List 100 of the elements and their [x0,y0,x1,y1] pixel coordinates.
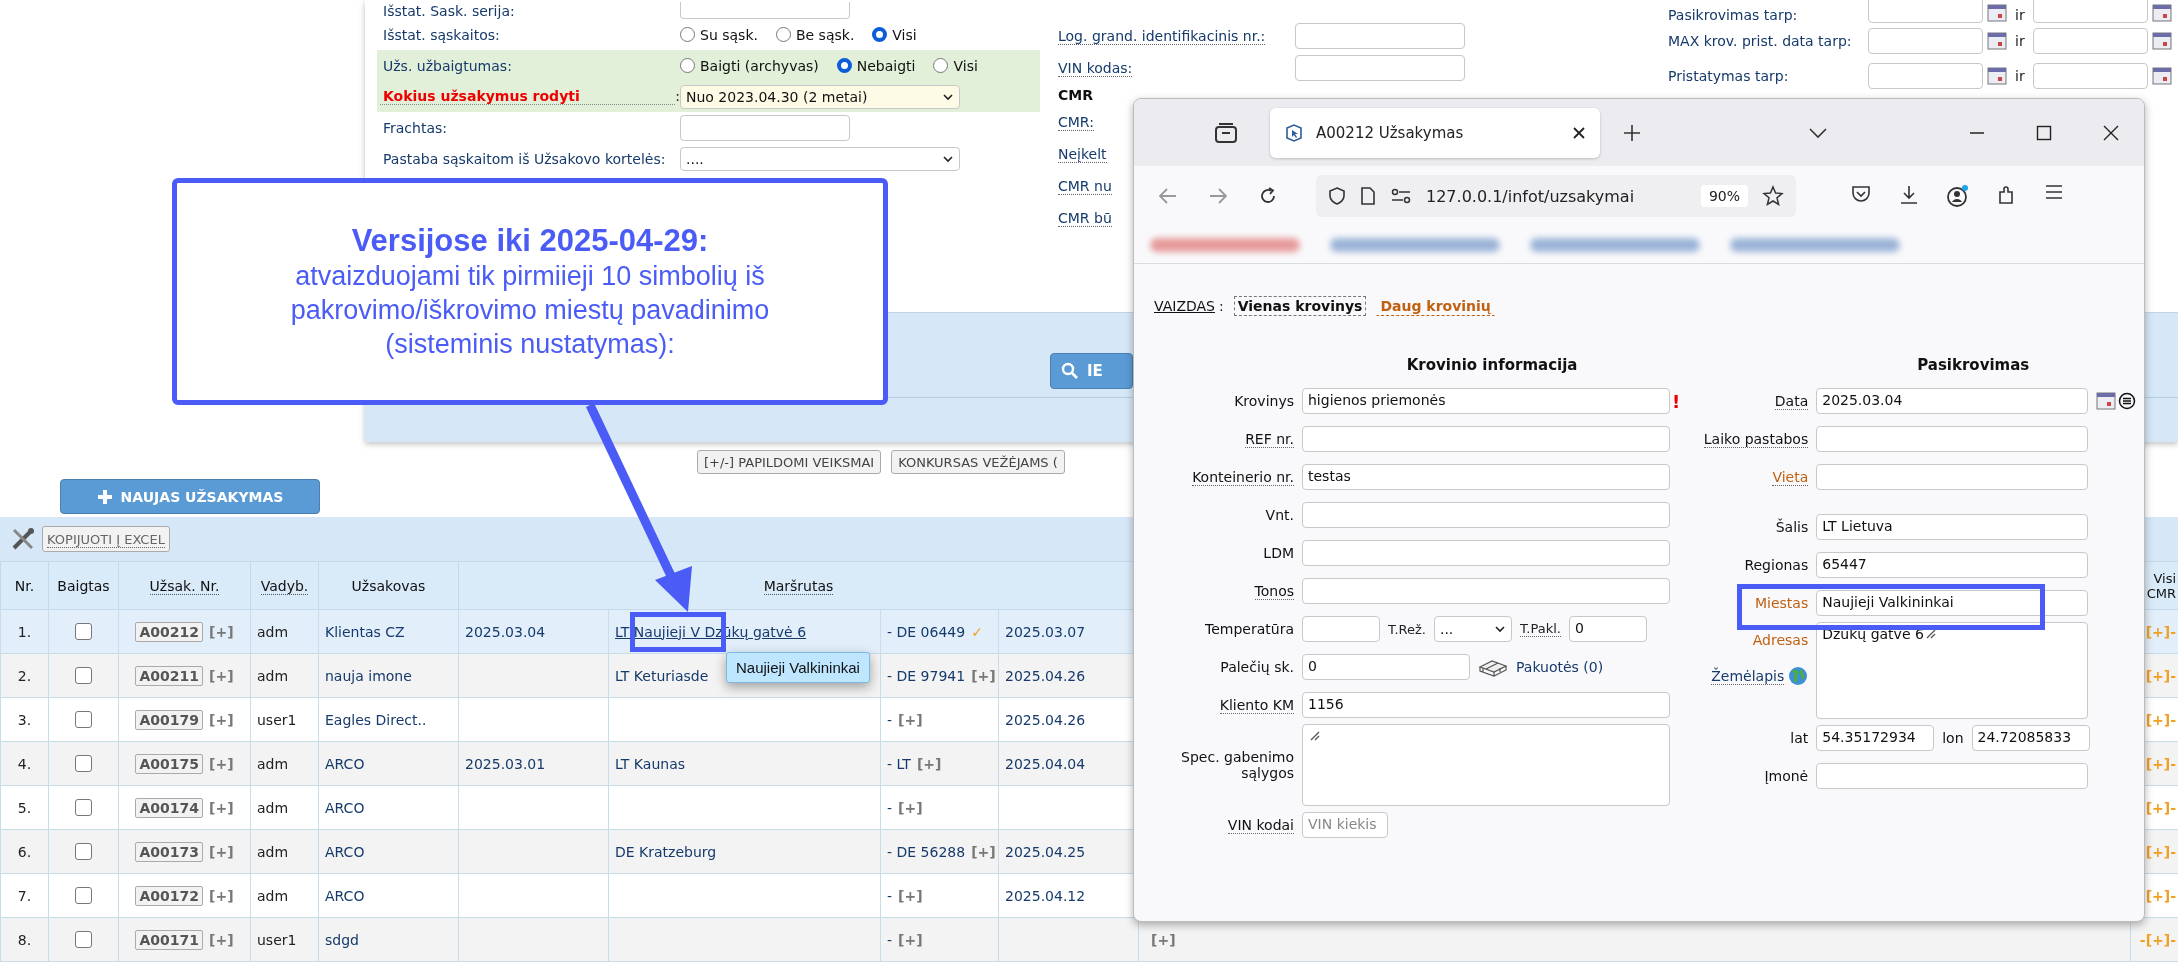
checkbox[interactable] [75,931,92,949]
add-link[interactable]: [+] [916,755,942,772]
calendar-icon[interactable] [1987,3,2007,23]
checkbox[interactable] [75,711,92,729]
new-tab-icon[interactable] [1622,122,1642,143]
forward-icon[interactable] [1208,187,1228,205]
order-id-button[interactable]: A00175 [135,753,203,774]
radio-button[interactable] [775,27,791,42]
select-field[interactable]: .... [680,146,960,171]
menu-icon[interactable] [2044,184,2064,200]
tab-overview-icon[interactable] [1214,121,1238,144]
add-link[interactable]: [+] [1151,931,1176,948]
calendar-icon[interactable] [2096,391,2117,411]
text-field[interactable]: LT Lietuva [1816,514,2089,540]
url-text[interactable]: 127.0.0.1/infot/uzsakymai [1426,186,1687,206]
text-field[interactable] [1302,540,1670,566]
select-field[interactable]: Nuo 2023.04.30 (2 metai) [680,84,960,109]
date-field[interactable]: 2025.03.04 [1816,388,2089,414]
add-link[interactable]: [+] [898,931,923,948]
action-button[interactable]: KONKURSAS VEŽĖJAMS ( [891,450,1065,474]
export-button[interactable]: KOPIJUOTI Į EXCEL [42,526,170,552]
radio-label[interactable]: Visi [892,26,917,43]
order-id-button[interactable]: A00172 [135,885,203,906]
text-field[interactable] [680,2,850,19]
download-icon[interactable] [1898,184,1920,206]
column-header[interactable]: Maršrutas [763,577,834,595]
text-field[interactable] [680,114,850,141]
maximize-icon[interactable] [2036,124,2052,141]
add-link[interactable]: [+] [209,887,234,904]
calendar-icon[interactable] [2151,65,2172,86]
text-field[interactable]: 1156 [1302,692,1670,718]
star-icon[interactable] [1762,185,1784,207]
radio-button[interactable] [680,58,695,73]
address-bar[interactable]: 127.0.0.1/infot/uzsakymai 90% [1316,175,1796,217]
order-id-button[interactable]: A00212 [135,621,203,642]
checkbox[interactable] [75,755,92,773]
calendar-icon[interactable] [1987,65,2007,86]
add-link[interactable]: [+] [209,755,234,772]
date-field[interactable] [1868,62,1983,89]
calendar-icon[interactable] [2151,3,2172,23]
pocket-icon[interactable] [1850,184,1872,204]
add-link[interactable]: [+] [209,843,234,860]
zoom-level[interactable]: 90% [1700,185,1748,207]
browser-tab[interactable]: A00212 Užsakymas [1270,107,1600,158]
text-field[interactable]: Naujieji Valkininkai [1816,590,2089,616]
view-option[interactable]: Vienas krovinys [1233,296,1367,316]
order-id-button[interactable]: A00179 [135,709,203,730]
text-field[interactable]: 24.72085833 [1971,725,2090,751]
select-field[interactable]: ... [1433,616,1512,642]
date-field[interactable] [1868,0,1983,23]
checkbox[interactable] [75,887,92,905]
checkbox[interactable] [75,667,92,685]
date-field[interactable] [1868,27,1983,54]
text-field[interactable] [1302,616,1380,642]
action-button[interactable]: [+/-] PAPILDOMI VEIKSMAI [697,450,882,474]
list-icon[interactable] [2118,392,2137,410]
checkbox[interactable] [75,799,92,817]
order-id-button[interactable]: A00171 [135,929,203,950]
table-row[interactable]: 8. A00171 [+] user1 sdgd - [+] [+] -[+]- [0,917,2178,962]
map-link[interactable]: Žemėlapis [1711,667,1785,685]
order-id-button[interactable]: A00174 [135,797,203,818]
calendar-icon[interactable] [1987,30,2007,51]
account-icon[interactable] [1946,184,1970,208]
radio-label[interactable]: Visi [953,57,978,74]
text-field[interactable] [1302,578,1670,604]
reload-icon[interactable] [1258,186,1278,206]
text-field[interactable] [1295,23,1465,49]
view-option[interactable]: Daug krovinių [1376,296,1495,316]
add-link[interactable]: [+] [209,931,234,948]
calendar-icon[interactable] [2151,30,2172,51]
add-link[interactable]: [+] [209,799,234,816]
date-field[interactable] [2032,0,2148,23]
radio-label[interactable]: Baigti (archyvas) [700,57,819,74]
order-id-button[interactable]: A00173 [135,841,203,862]
text-field[interactable]: 0 [1568,616,1647,642]
text-field[interactable] [1816,426,2089,452]
checkbox[interactable] [75,623,92,641]
radio-label[interactable]: Su sąsk. [700,26,758,43]
text-field[interactable]: 54.35172934 [1816,725,1935,751]
text-field[interactable] [1816,763,2089,789]
date-field[interactable] [2032,27,2148,54]
radio-button[interactable] [836,58,852,73]
add-link[interactable]: [+] [971,843,996,860]
checkbox[interactable] [75,843,92,861]
close-icon[interactable] [2102,123,2120,142]
text-field[interactable] [1302,426,1670,452]
text-field[interactable]: higienos priemonės [1302,388,1670,414]
column-header[interactable]: Užsak. Nr. [149,577,220,595]
radio-label[interactable]: Be sąsk. [795,26,855,43]
radio-label[interactable]: Nebaigti [856,57,916,74]
add-link[interactable]: [+] [898,711,923,728]
text-field[interactable] [1295,55,1465,81]
order-id-button[interactable]: A00211 [135,665,203,686]
close-icon[interactable] [1572,125,1586,140]
text-field[interactable] [1302,502,1670,528]
text-field[interactable]: testas [1302,464,1670,490]
chevron-down-icon[interactable] [1808,126,1828,139]
add-link[interactable]: [+] [898,887,923,904]
radio-button[interactable] [933,58,949,73]
text-field[interactable] [1816,464,2089,490]
